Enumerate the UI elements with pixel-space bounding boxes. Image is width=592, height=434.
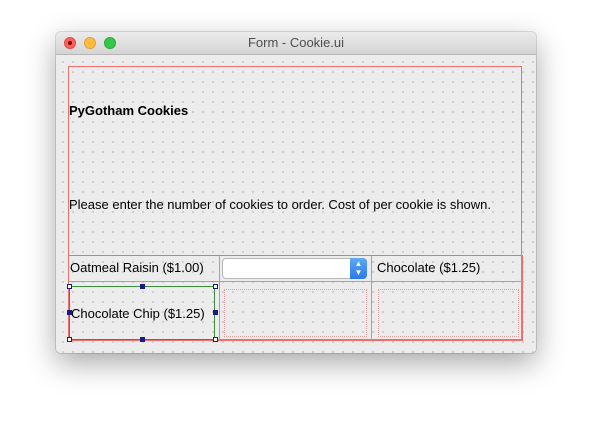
resize-handle[interactable] [213,337,218,342]
resize-handle[interactable] [67,337,72,342]
resize-handle[interactable] [140,284,145,289]
heading-label[interactable]: PyGotham Cookies [69,103,188,118]
quantity-combo[interactable]: ▲ ▼ [222,258,367,279]
resize-handle[interactable] [213,310,218,315]
instructions-label[interactable]: Please enter the number of cookies to or… [69,197,491,212]
oatmeal-raisin-label[interactable]: Oatmeal Raisin ($1.00) [70,260,204,275]
resize-handle[interactable] [67,284,72,289]
grid-column-divider [371,256,372,340]
resize-handle[interactable] [67,310,72,315]
resize-handle[interactable] [213,284,218,289]
empty-cell-placeholder[interactable] [378,289,519,337]
grid-row-divider [69,281,522,282]
combo-arrows-icon[interactable]: ▲ ▼ [350,258,367,279]
empty-cell-placeholder[interactable] [224,289,367,337]
grid-column-divider [219,256,220,340]
selection-outline [69,286,215,340]
resize-handle[interactable] [140,337,145,342]
designer-window: Form - Cookie.ui PyGotham Cookies Please… [56,32,536,353]
chocolate-label[interactable]: Chocolate ($1.25) [377,260,480,275]
title-bar[interactable]: Form - Cookie.ui [56,32,536,55]
window-title: Form - Cookie.ui [247,35,345,50]
form-canvas[interactable]: PyGotham Cookies Please enter the number… [56,55,536,353]
